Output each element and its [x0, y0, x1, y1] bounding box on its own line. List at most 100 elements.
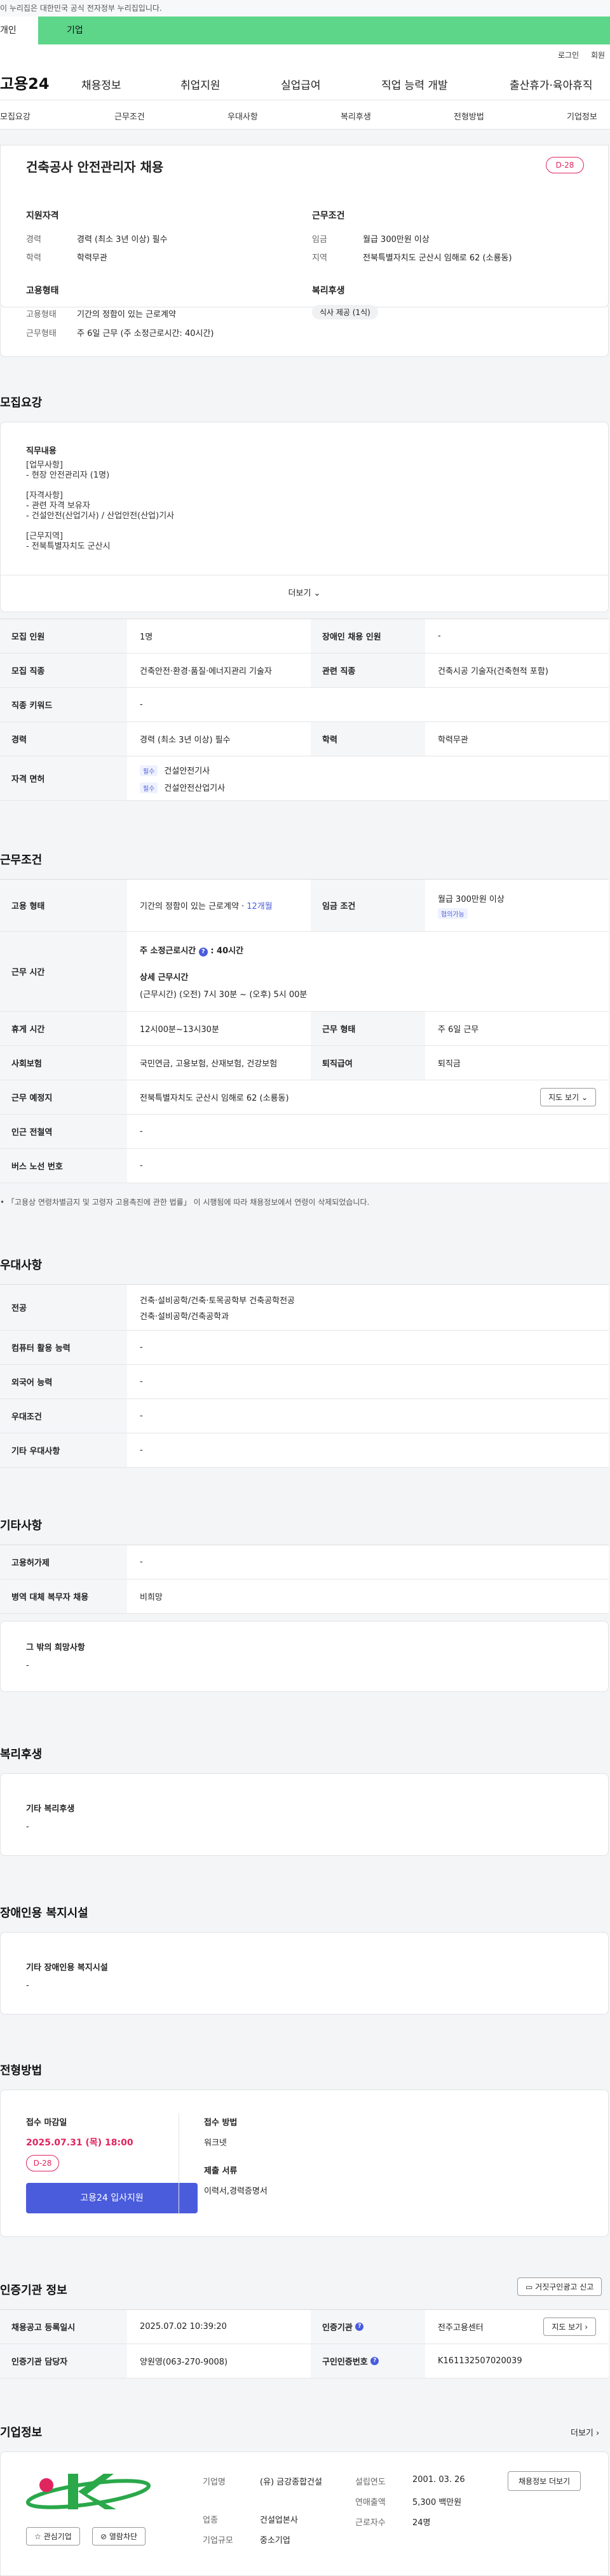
subnav-recruit[interactable]: 모집요강	[0, 110, 30, 122]
table-row: 고용허가제 -	[0, 1545, 609, 1580]
method-value: 워크넷	[204, 2138, 227, 2148]
info-icon[interactable]: ?	[355, 2323, 364, 2331]
info-icon[interactable]: ?	[198, 947, 208, 956]
company-logo	[24, 2470, 158, 2514]
site-logo[interactable]: 고용24	[0, 71, 50, 93]
tab-personal[interactable]: 개인	[0, 17, 38, 44]
job-title: 건축공사 안전관리자 채용	[26, 159, 164, 175]
form-months: 12개월	[247, 902, 273, 911]
recruit-table: 모집 인원 1명 장애인 채용 인원 - 모집 직종 건축안전·환경·품질·에너지관리 …	[0, 619, 609, 801]
cell-label: 구인인증번호 ?	[311, 2344, 425, 2378]
login-link[interactable]: 로그인	[558, 50, 579, 60]
name-value: (유) 금강종합건설	[260, 2478, 322, 2487]
cell-label: 관련 직종	[311, 654, 425, 687]
major-2: 건축·설비공학/건축공학과	[140, 1311, 229, 1322]
other-table: 고용허가제 - 병역 대체 복무자 채용 비희망	[0, 1545, 609, 1614]
est-label: 설립연도	[355, 2478, 386, 2487]
table-row: 직종 키워드 -	[0, 688, 609, 722]
other-title: 기타사항	[0, 1519, 43, 1533]
table-row: 고용 형태 기간의 정함이 있는 근로계약 · 12개월 임금 조건 월급 300만원…	[0, 880, 609, 932]
job-summary-card: 건축공사 안전관리자 채용 D-28 지원자격 경력 경력 (최소 3년 이상)…	[0, 145, 609, 307]
info-icon[interactable]: ?	[370, 2357, 379, 2365]
duty-line	[26, 521, 573, 532]
cell-label: 채용공고 등록일시	[0, 2310, 127, 2344]
disability-value: -	[26, 1981, 29, 1990]
negotiable-tag: 협의가능	[438, 908, 468, 919]
cell-value: -	[140, 1377, 143, 1386]
subnav-welfare[interactable]: 복리후생	[341, 110, 371, 122]
cell-value: -	[140, 1343, 143, 1352]
cell-value: 월급 300만원 이상 협의가능	[425, 880, 609, 931]
chevron-down-icon: ⌄	[581, 1093, 588, 1102]
duty-line: [자격사항]	[26, 491, 63, 500]
map-button[interactable]: 지도 보기 ›	[543, 2318, 596, 2336]
cell-value: 전북특별자치도 군산시 임해로 62 (소룡동) 지도 보기 ⌄	[127, 1080, 609, 1114]
sales-value: 5,300 백만원	[412, 2498, 462, 2507]
company-more-link[interactable]: 더보기 ›	[571, 2426, 599, 2438]
duty-line	[26, 481, 573, 491]
report-button[interactable]: ▭ 거짓구인광고 신고	[517, 2277, 602, 2296]
welfare-value: -	[26, 1822, 29, 1832]
duty-line: - 건설안전(산업기사) / 산업안전(산업)기사	[26, 511, 175, 521]
cell-value: 기간의 정함이 있는 근로계약 · 12개월	[127, 880, 311, 931]
cell-value: 퇴직금	[438, 1059, 461, 1069]
menu-jobs[interactable]: 채용정보	[81, 76, 121, 92]
table-row: 모집 직종 건축안전·환경·품질·에너지관리 기술자 관련 직종 건축시공 기술자(건…	[0, 654, 609, 688]
edu-value: 학력무관	[77, 253, 107, 263]
age-note: • 「고용상 연령차별금지 및 고령자 고용촉진에 관한 법률」 이 시행됨에 …	[0, 1198, 370, 1207]
tab-enterprise-label: 기업	[67, 25, 83, 36]
cell-value: -	[140, 1161, 143, 1171]
duty-line: [근무지역]	[26, 532, 63, 541]
cell-label: 직종 키워드	[0, 688, 127, 721]
menu-employment-support[interactable]: 취업지원	[180, 76, 220, 92]
subnav-conditions[interactable]: 근무조건	[114, 110, 145, 122]
dday-badge: D-28	[546, 157, 584, 173]
tab-enterprise[interactable]: 기업	[38, 17, 610, 44]
subnav-company[interactable]: 기업정보	[567, 110, 597, 122]
menu-leave[interactable]: 출산휴가·육아휴직	[510, 76, 593, 92]
org-label: 인증기관	[322, 2323, 353, 2333]
table-row: 전공 건축·설비공학/건축·토목공학부 건축공학전공 건축·설비공학/건축공학과	[0, 1285, 609, 1331]
chevron-down-icon: ⌄	[313, 589, 321, 598]
worktype-value: 주 6일 근무 (주 소정근로시간: 40시간)	[77, 329, 214, 339]
cell-label: 고용 형태	[0, 880, 127, 931]
form-label: 고용형태	[26, 310, 57, 319]
cell-label: 버스 노선 번호	[0, 1149, 127, 1183]
major-1: 건축·설비공학/건축·토목공학부 건축공학전공	[140, 1296, 295, 1306]
welfare-card: 기타 복리후생 -	[0, 1773, 609, 1856]
duty-line: - 관련 자격 보유자	[26, 501, 90, 511]
disability-sub: 기타 장애인용 복지시설	[26, 1963, 108, 1973]
cell-value: 양원영(063-270-9008)	[140, 2358, 228, 2367]
cell-value: -	[140, 1557, 143, 1567]
menu-unemployment[interactable]: 실업급여	[281, 76, 321, 92]
subnav-preferences[interactable]: 우대사항	[227, 110, 258, 122]
block-button[interactable]: ⊘ 열람차단	[92, 2527, 146, 2546]
chevron-right-icon: ›	[596, 2429, 600, 2438]
menu-training[interactable]: 직업 능력 개발	[381, 76, 448, 92]
cell-value: 주 6일 근무	[438, 1025, 479, 1035]
favorite-button[interactable]: ☆ 관심기업	[26, 2527, 80, 2546]
pref-table: 전공 건축·설비공학/건축·토목공학부 건축공학전공 건축·설비공학/건축공학과 컴…	[0, 1284, 609, 1468]
more-button[interactable]: 더보기 ⌄	[1, 575, 608, 612]
map-button[interactable]: 지도 보기 ⌄	[540, 1088, 596, 1106]
table-row: 외국어 능력 -	[0, 1365, 609, 1399]
company-jobs-button[interactable]: 채용정보 더보기	[508, 2471, 581, 2491]
section-nav: 모집요강 근무조건 우대사항 복리후생 전형방법 기업정보	[0, 100, 610, 130]
company-card: ☆ 관심기업 ⊘ 열람차단 기업명 (유) 금강종합건설 업종 건설업본사 기업…	[0, 2452, 609, 2576]
cell-label: 모집 직종	[0, 654, 127, 687]
cell-value: 건축안전·환경·품질·에너지관리 기술자	[140, 667, 272, 676]
cell-label: 인증기관 ?	[311, 2310, 425, 2344]
name-label: 기업명	[203, 2478, 226, 2487]
docs-label: 제출 서류	[204, 2166, 238, 2176]
welfare-chip: 식사 제공 (1식)	[312, 305, 378, 319]
process-title: 전형방법	[0, 2064, 43, 2077]
region-label: 지역	[312, 253, 327, 263]
subnav-process[interactable]: 전형방법	[454, 110, 484, 122]
company-more-label: 더보기	[571, 2429, 593, 2438]
edu-label: 학력	[26, 253, 41, 263]
table-row: 근무 시간 주 소정근로시간 ? : 40시간 상세 근무시간 (근무시간) (오전)…	[0, 932, 609, 1012]
apply-button[interactable]: 고용24 입사지원	[26, 2183, 198, 2213]
gov-banner-text: 이 누리집은 대한민국 공식 전자정부 누리집입니다.	[0, 4, 162, 13]
cell-label: 임금 조건	[311, 880, 425, 931]
size-value: 중소기업	[260, 2536, 290, 2546]
